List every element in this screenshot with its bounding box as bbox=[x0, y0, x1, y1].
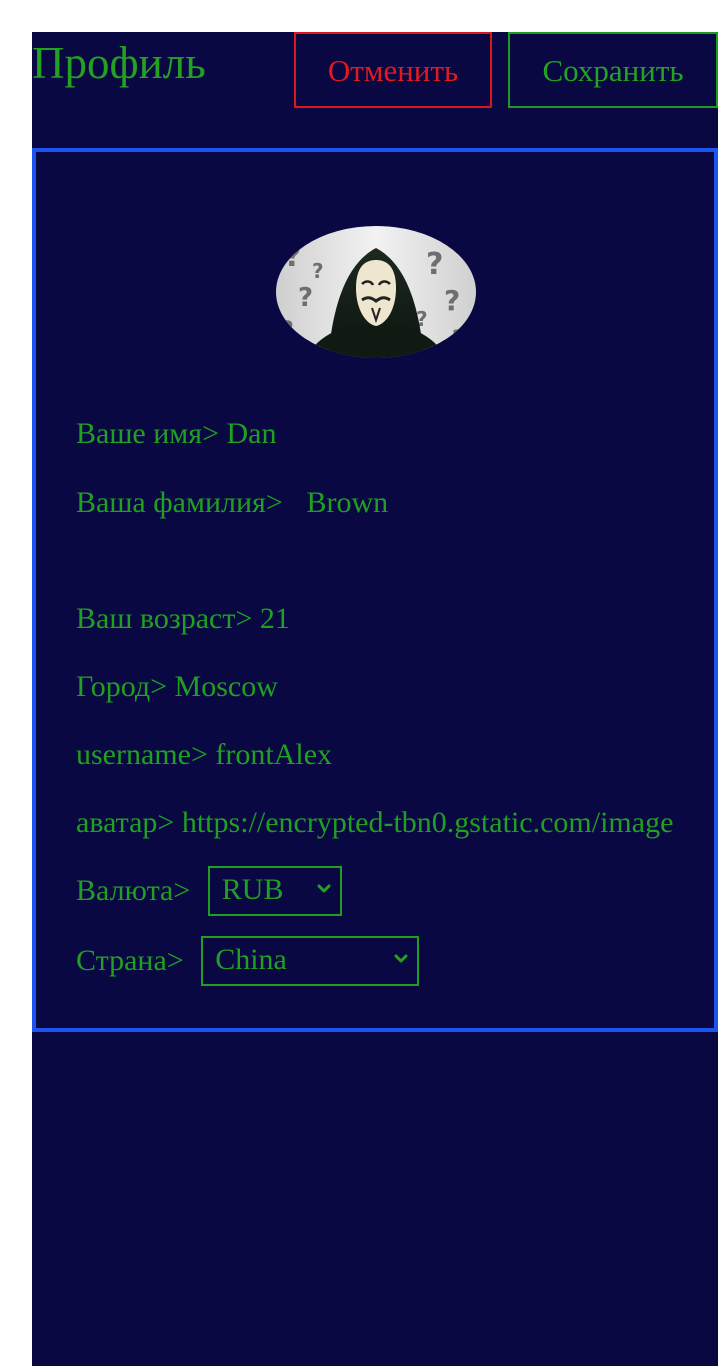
currency-label: Валюта> bbox=[76, 874, 191, 907]
last-name-value[interactable]: Brown bbox=[307, 486, 389, 519]
avatar: ? ? ? ? ? ? ? ? bbox=[276, 226, 476, 358]
city-label: Город> bbox=[76, 670, 168, 703]
cancel-button[interactable]: Отменить bbox=[294, 32, 492, 108]
currency-select[interactable]: RUB bbox=[207, 866, 342, 916]
first-name-label: Ваше имя> bbox=[76, 417, 219, 450]
svg-text:?: ? bbox=[444, 284, 460, 317]
first-name-value[interactable]: Dan bbox=[227, 417, 277, 450]
chevron-down-icon bbox=[394, 954, 408, 963]
svg-text:?: ? bbox=[280, 316, 294, 344]
country-field: Страна> China bbox=[76, 936, 420, 986]
svg-text:?: ? bbox=[284, 239, 301, 274]
profile-screen: Профиль Отменить Сохранить ? ? ? ? ? ? ?… bbox=[32, 32, 718, 1366]
age-value[interactable]: 21 bbox=[260, 602, 290, 635]
username-value[interactable]: frontAlex bbox=[215, 738, 332, 771]
avatar-url-label: аватар> bbox=[76, 806, 175, 839]
svg-text:?: ? bbox=[312, 259, 324, 283]
avatar-url-value[interactable]: https://encrypted-tbn0.gstatic.com/image… bbox=[182, 806, 674, 839]
avatar-url-field: аватар> https://encrypted-tbn0.gstatic.c… bbox=[76, 798, 674, 847]
avatar-image: ? ? ? ? ? ? ? ? bbox=[276, 226, 476, 358]
age-field: Ваш возраст> 21 bbox=[76, 594, 290, 643]
country-select[interactable]: China bbox=[201, 936, 420, 986]
last-name-field: Ваша фамилия> Brown bbox=[76, 478, 388, 527]
first-name-field: Ваше имя> Dan bbox=[76, 409, 276, 458]
svg-text:?: ? bbox=[426, 247, 443, 282]
age-label: Ваш возраст> bbox=[76, 602, 253, 635]
save-button[interactable]: Сохранить bbox=[508, 32, 718, 108]
svg-text:?: ? bbox=[298, 283, 313, 313]
currency-selected-value: RUB bbox=[221, 873, 284, 906]
profile-card: ? ? ? ? ? ? ? ? Ваше имя> Dan Ваша фамил… bbox=[32, 148, 718, 1032]
city-field: Город> Moscow bbox=[76, 662, 278, 711]
username-label: username> bbox=[76, 738, 208, 771]
last-name-label: Ваша фамилия> bbox=[76, 486, 283, 519]
currency-field: Валюта> RUB bbox=[76, 866, 342, 916]
chevron-down-icon bbox=[317, 884, 331, 893]
page-title: Профиль bbox=[32, 38, 206, 88]
country-selected-value: China bbox=[215, 943, 287, 976]
svg-text:?: ? bbox=[452, 327, 465, 352]
country-label: Страна> bbox=[76, 944, 184, 977]
username-field: username> frontAlex bbox=[76, 730, 332, 779]
city-value[interactable]: Moscow bbox=[175, 670, 278, 703]
